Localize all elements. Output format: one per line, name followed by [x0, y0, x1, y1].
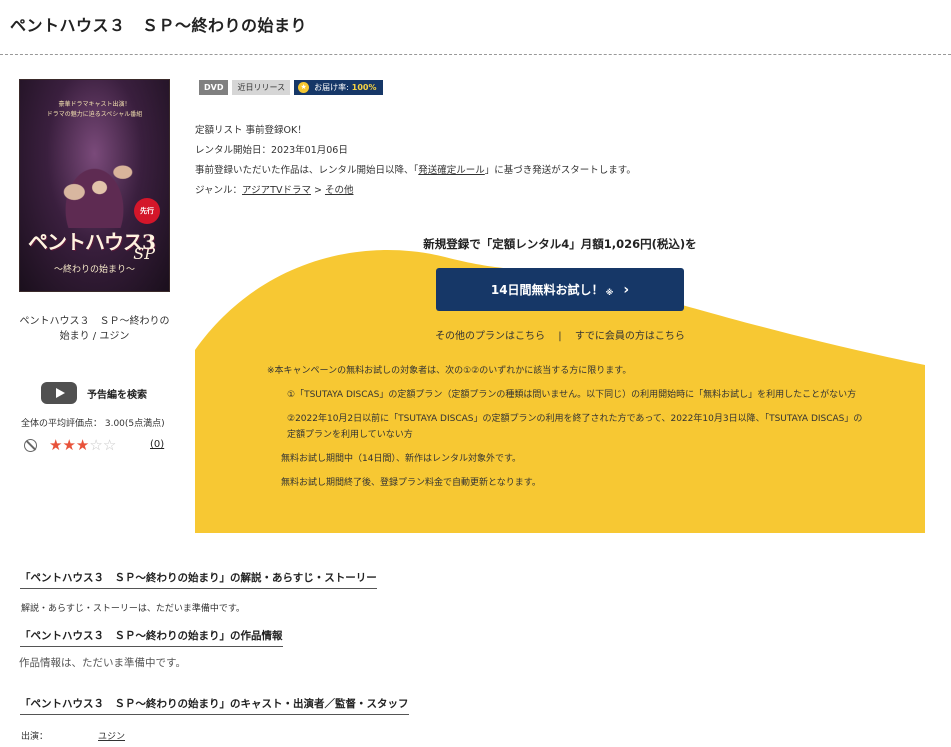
- plan-links-separator: |: [558, 331, 562, 342]
- cast-section-title: 「ペントハウス３ ＳＰ〜終わりの始まり」のキャスト・出演者／監督・スタッフ: [20, 696, 409, 715]
- badges: DVD 近日リリース ★ お届け率: 100%: [199, 80, 383, 95]
- poster-image[interactable]: 豪華ドラマキャスト出演！ ドラマの魅力に迫るスペシャル番組 先行 ペントハウス3…: [19, 79, 170, 292]
- no-rating-icon[interactable]: [24, 439, 37, 452]
- poster-cast-figures: [44, 138, 145, 228]
- title-divider: [0, 54, 951, 55]
- rental-info: 定額リスト 事前登録OK！ レンタル開始日：2023年01月06日 事前登録いた…: [195, 121, 636, 201]
- other-plans-link[interactable]: その他のプランはこちら: [435, 331, 545, 342]
- member-link[interactable]: すでに会員の方はこちら: [575, 331, 685, 342]
- poster-top-text: 豪華ドラマキャスト出演！ ドラマの魅力に迫るスペシャル番組: [46, 101, 143, 118]
- poster-badge: 先行: [134, 198, 160, 224]
- play-icon: [41, 382, 77, 404]
- dvd-badge: DVD: [199, 80, 229, 95]
- cast-row: 出演： ユジン: [21, 729, 125, 742]
- terms-intro: ※本キャンペーンの無料お試しの対象者は、次の①②のいずれかに該当する方に限ります…: [267, 366, 632, 376]
- star-icon: ★: [298, 82, 310, 93]
- star-empty-icon[interactable]: ☆: [103, 436, 116, 454]
- terms-condition-1: ①「TSUTAYA DISCAS」の定額プラン（定額プランの種類は問いません。以…: [287, 390, 857, 400]
- promo-text: 新規登録で「定額レンタル4」月額1,026円(税込)を: [423, 237, 697, 251]
- work-name: ペントハウス３ ＳＰ〜終わりの始まり / ユジン: [19, 316, 170, 342]
- star-empty-icon[interactable]: ☆: [89, 436, 102, 454]
- page-title: ペントハウス３ ＳＰ〜終わりの始まり: [10, 16, 308, 35]
- shipping-rule-link[interactable]: 発送確定ルール: [418, 165, 485, 176]
- info-line-1: 定額リスト 事前登録OK！: [195, 125, 307, 136]
- star-filled-icon[interactable]: ★: [49, 436, 62, 454]
- terms-note-1: 無料お試し期間中（14日間）、新作はレンタル対象外です。: [281, 454, 522, 464]
- terms-condition-2: ②2022年10月2日以前に「TSUTAYA DISCAS」の定額プランの利用を…: [287, 414, 863, 440]
- free-trial-button[interactable]: 14日間無料お試し！ ※ ›: [436, 268, 684, 311]
- poster-subtitle: 〜終わりの始まり〜: [53, 265, 135, 275]
- work-info-text: 作品情報は、ただいま準備中です。: [19, 657, 186, 669]
- plan-links: その他のプランはこちら | すでに会員の方はこちら: [195, 327, 925, 342]
- chevron-right-icon: ›: [623, 281, 630, 298]
- cast-label: 出演：: [21, 732, 49, 742]
- story-section-title: 「ペントハウス３ ＳＰ〜終わりの始まり」の解説・あらすじ・ストーリー: [20, 570, 377, 589]
- info-line-2: レンタル開始日：2023年01月06日: [195, 145, 348, 156]
- star-filled-icon[interactable]: ★: [62, 436, 75, 454]
- review-count-link[interactable]: (0): [150, 439, 164, 450]
- campaign-box: 新規登録で「定額レンタル4」月額1,026円(税込)を 14日間無料お試し！ ※…: [195, 225, 925, 533]
- cast-name-link[interactable]: ユジン: [98, 729, 125, 742]
- star-filled-icon[interactable]: ★: [76, 436, 89, 454]
- genre-link-other[interactable]: その他: [325, 185, 354, 196]
- work-info-section-title: 「ペントハウス３ ＳＰ〜終わりの始まり」の作品情報: [20, 628, 283, 647]
- rating-row: ★★★☆☆ (0): [24, 436, 174, 456]
- poster-sp: SP: [133, 244, 155, 263]
- genre-line: ジャンル：アジアTVドラマ > その他: [195, 185, 354, 196]
- terms-note-2: 無料お試し期間終了後、登録プラン料金で自動更新となります。: [281, 478, 541, 488]
- coming-soon-badge: 近日リリース: [232, 80, 291, 95]
- campaign-terms: ※本キャンペーンの無料お試しの対象者は、次の①②のいずれかに該当する方に限ります…: [267, 363, 867, 491]
- genre-link-asian-tv[interactable]: アジアTVドラマ: [242, 185, 311, 196]
- trailer-search-button[interactable]: 予告編を検索: [41, 382, 147, 404]
- info-line-3: 事前登録いただいた作品は、レンタル開始日以降、「発送確定ルール」に基づき発送がス…: [195, 165, 636, 176]
- trailer-label: 予告編を検索: [87, 389, 147, 401]
- story-text: 解説・あらすじ・ストーリーは、ただいま準備中です。: [21, 604, 245, 614]
- average-rating: 全体の平均評価点： 3.00(5点満点): [21, 419, 165, 429]
- rating-stars[interactable]: ★★★☆☆: [49, 436, 116, 454]
- delivery-rate-badge: ★ お届け率: 100%: [294, 80, 383, 95]
